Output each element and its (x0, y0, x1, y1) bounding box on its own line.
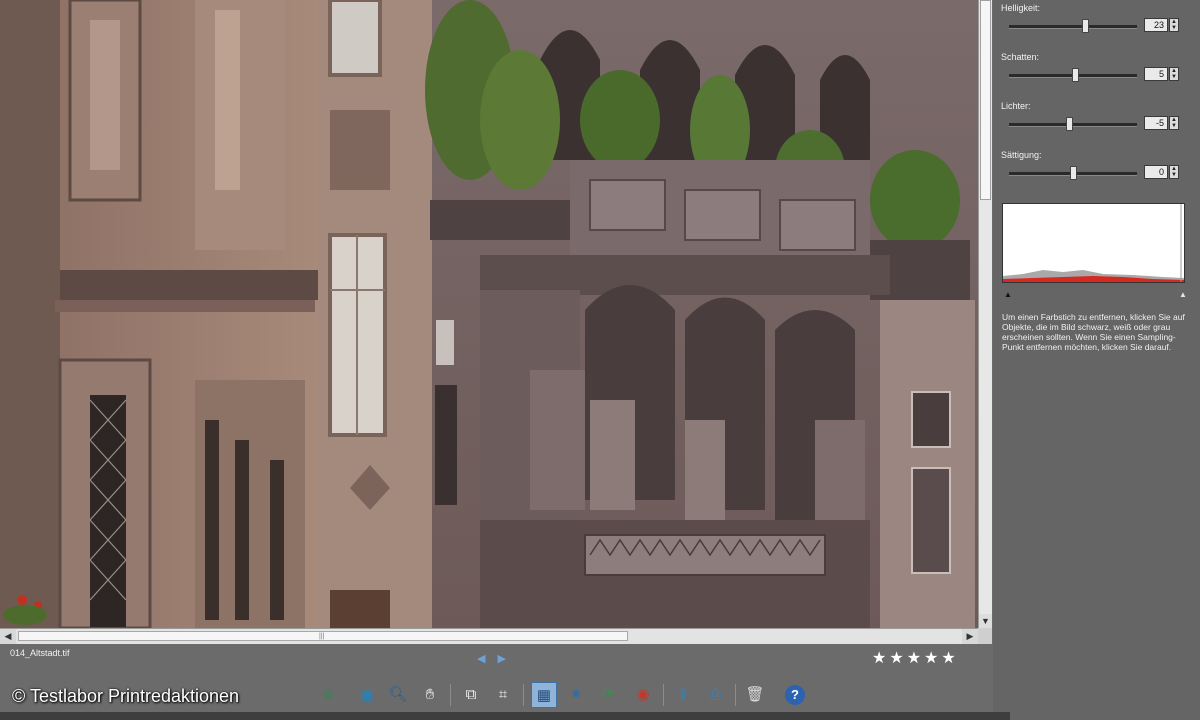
toolbar-separator (523, 684, 524, 706)
previous-image-icon[interactable]: ◀ (477, 653, 497, 665)
horizontal-scrollbar[interactable]: ◀ ||| ▶ (0, 628, 978, 644)
bottom-strip (0, 712, 1010, 720)
shadows-control: Schatten: 5 ▲ ▼ (1001, 51, 1191, 82)
highlights-slider[interactable] (1009, 117, 1137, 131)
saturation-value-field[interactable]: 0 (1144, 165, 1168, 179)
shadows-spinner[interactable]: ▲ ▼ (1169, 67, 1179, 81)
adjustment-panel: Helligkeit: 23 ▲ ▼ Schatten: 5 ▲ ▼ Lichter… (993, 0, 1200, 720)
highlights-slider-knob[interactable] (1066, 117, 1073, 131)
star-icon[interactable]: ★ (907, 650, 924, 667)
shadows-slider[interactable] (1009, 68, 1137, 82)
brightness-spinner[interactable]: ▲ ▼ (1169, 18, 1179, 32)
highlights-value-field[interactable]: -5 (1144, 116, 1168, 130)
scroll-corner (978, 628, 992, 644)
white-point-marker-icon[interactable]: ▲ (1179, 290, 1187, 299)
highlights-spinner[interactable]: ▲ ▼ (1169, 116, 1179, 130)
shadows-value-field[interactable]: 5 (1144, 67, 1168, 81)
crop-icon[interactable]: ⌗ (490, 682, 516, 708)
vertical-scroll-thumb[interactable] (980, 0, 991, 200)
zoom-icon[interactable]: 🔍︎ (385, 682, 411, 708)
toolbar-separator (735, 684, 736, 706)
saturation-label: Sättigung: (1001, 150, 1042, 160)
toolbar-separator (450, 684, 451, 706)
star-icon[interactable]: ★ (941, 650, 958, 667)
image-navigation: ◀▶ (477, 652, 518, 665)
print-icon[interactable]: ⎙ (702, 682, 728, 708)
brightness-label: Helligkeit: (1001, 3, 1041, 13)
saturation-control: Sättigung: 0 ▲ ▼ (1001, 149, 1191, 180)
color-correction-icon[interactable]: ▦ (531, 682, 557, 708)
red-eye-icon[interactable]: ◉ (630, 682, 656, 708)
color-cast-hint: Um einen Farbstich zu entfernen, klicken… (1002, 312, 1185, 352)
monitor-icon[interactable]: ▣ (355, 682, 381, 708)
saturation-spinner[interactable]: ▲ ▼ (1169, 165, 1179, 179)
magic-wand-icon[interactable]: ✷ (563, 682, 589, 708)
brightness-slider[interactable] (1009, 19, 1137, 33)
export-icon[interactable]: ⇪ (670, 682, 696, 708)
black-point-marker-icon[interactable]: ▲ (1004, 290, 1012, 299)
scroll-left-arrow-icon[interactable]: ◀ (0, 629, 16, 644)
toolbar-separator (663, 684, 664, 706)
scroll-right-arrow-icon[interactable]: ▶ (962, 629, 978, 644)
star-rating[interactable]: ★★★★★ (872, 648, 959, 668)
file-name: 014_Altstadt.tif (10, 648, 70, 658)
copyright-watermark: © Testlabor Printredaktionen (12, 686, 240, 706)
tool-bar: ֍ ▣ 🔍︎ ✋︎ ⧉ ⌗ ▦ ✷ ⟳ ◉ ⇪ ⎙ 🗑︎ ? (170, 680, 820, 712)
rotate-icon[interactable]: ⟳ (595, 682, 621, 708)
scroll-down-arrow-icon[interactable]: ▼ (979, 614, 992, 628)
vertical-scrollbar[interactable]: ▼ (978, 0, 992, 628)
retouch-icon[interactable]: ֍ (315, 682, 341, 708)
highlights-control: Lichter: -5 ▲ ▼ (1001, 100, 1191, 131)
photo-canvas[interactable] (0, 0, 978, 628)
saturation-slider-knob[interactable] (1070, 166, 1077, 180)
shadows-label: Schatten: (1001, 52, 1040, 62)
help-icon[interactable]: ? (782, 682, 808, 708)
highlights-label: Lichter: (1001, 101, 1031, 111)
saturation-slider[interactable] (1009, 166, 1137, 180)
brightness-control: Helligkeit: 23 ▲ ▼ (1001, 2, 1191, 33)
star-icon[interactable]: ★ (889, 650, 906, 667)
star-icon[interactable]: ★ (872, 650, 889, 667)
star-icon[interactable]: ★ (924, 650, 941, 667)
hand-icon[interactable]: ✋︎ (417, 682, 443, 708)
next-image-icon[interactable]: ▶ (497, 653, 517, 665)
building-photo (0, 0, 978, 628)
frame-icon[interactable]: ⧉ (458, 682, 484, 708)
trash-icon[interactable]: 🗑︎ (742, 682, 768, 708)
shadows-slider-knob[interactable] (1072, 68, 1079, 82)
brightness-slider-knob[interactable] (1082, 19, 1089, 33)
brightness-value-field[interactable]: 23 (1144, 18, 1168, 32)
horizontal-scroll-thumb[interactable]: ||| (18, 631, 628, 641)
histogram (1002, 203, 1185, 283)
